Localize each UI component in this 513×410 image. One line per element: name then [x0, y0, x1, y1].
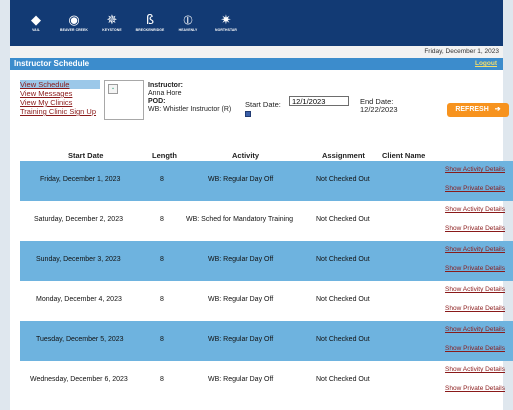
table-row: Saturday, December 2, 2023 8 WB: Sched f… [20, 201, 513, 241]
keystone-logo[interactable]: ✵ KEYSTONE [94, 5, 130, 41]
show-private-details-link[interactable]: Show Private Details [445, 185, 505, 192]
show-activity-details-link[interactable]: Show Activity Details [445, 246, 505, 253]
instructor-label: Instructor: [148, 82, 183, 89]
show-activity-details-link[interactable]: Show Activity Details [445, 326, 505, 333]
show-private-details-link[interactable]: Show Private Details [445, 305, 505, 312]
breckenridge-logo[interactable]: ß BRECKENRIDGE [132, 5, 168, 41]
row-assignment: Not Checked Out [316, 256, 370, 263]
brand-name: NORTHSTAR [215, 27, 237, 32]
row-assignment: Not Checked Out [316, 216, 370, 223]
table-row: Wednesday, December 6, 2023 8 WB: Regula… [20, 361, 513, 401]
brand-name: VAIL [32, 27, 40, 32]
start-date-group: Start Date: [245, 96, 349, 109]
table-row: Tuesday, December 5, 2023 8 WB: Regular … [20, 321, 513, 361]
show-activity-details-link[interactable]: Show Activity Details [445, 166, 505, 173]
row-activity: WB: Regular Day Off [208, 336, 274, 343]
row-date: Monday, December 4, 2023 [36, 296, 122, 303]
schedule-panel: View Schedule View Messages View My Clin… [10, 70, 513, 410]
page-frame: ◆ VAIL ◉ BEAVER CREEK ✵ KEYSTONE ß BRECK… [0, 0, 513, 410]
row-length: 8 [160, 296, 164, 303]
table-header: Start Date Length Activity Assignment Cl… [20, 150, 513, 161]
pod-value: WB: Whistler Instructor (R) [148, 106, 232, 113]
row-length: 8 [160, 256, 164, 263]
brand-name: HEAVENLY [178, 27, 198, 32]
beaver-creek-logo[interactable]: ◉ BEAVER CREEK [56, 5, 92, 41]
row-activity: WB: Regular Day Off [208, 176, 274, 183]
heavenly-logo-icon: ⦶ [183, 12, 193, 28]
page-title: Instructor Schedule [14, 59, 90, 68]
col-activity: Activity [232, 151, 260, 160]
col-length: Length [152, 151, 177, 160]
current-date: Friday, December 1, 2023 [424, 48, 499, 55]
col-assignment: Assignment [322, 151, 365, 160]
breckenridge-logo-icon: ß [145, 12, 155, 28]
show-activity-details-link[interactable]: Show Activity Details [445, 286, 505, 293]
calendar-icon[interactable] [245, 111, 251, 117]
show-private-details-link[interactable]: Show Private Details [445, 385, 505, 392]
table-row: Sunday, December 3, 2023 8 WB: Regular D… [20, 241, 513, 281]
row-length: 8 [160, 376, 164, 383]
northstar-logo[interactable]: ✷ NORTHSTAR [208, 5, 244, 41]
show-private-details-link[interactable]: Show Private Details [445, 345, 505, 352]
start-date-label: Start Date: [245, 100, 281, 109]
logout-link[interactable]: Logout [475, 60, 497, 67]
arrow-right-icon: ➔ [494, 106, 501, 113]
beaver-creek-logo-icon: ◉ [68, 12, 80, 28]
nav-training-clinic-sign-up[interactable]: Training Clinic Sign Up [20, 107, 100, 116]
instructor-name: Anna Hore [148, 90, 182, 97]
col-start-date: Start Date [68, 151, 104, 160]
row-activity: WB: Regular Day Off [208, 376, 274, 383]
row-assignment: Not Checked Out [316, 176, 370, 183]
pod-label: POD: [148, 98, 166, 105]
brand-name: BEAVER CREEK [60, 27, 88, 32]
northstar-logo-icon: ✷ [220, 12, 232, 28]
row-assignment: Not Checked Out [316, 376, 370, 383]
resort-header: ◆ VAIL ◉ BEAVER CREEK ✵ KEYSTONE ß BRECK… [10, 0, 503, 46]
row-length: 8 [160, 216, 164, 223]
row-activity: WB: Regular Day Off [208, 256, 274, 263]
instructor-photo: ▪ [104, 80, 144, 120]
row-length: 8 [160, 176, 164, 183]
keystone-logo-icon: ✵ [106, 12, 118, 28]
table-row: Friday, December 1, 2023 8 WB: Regular D… [20, 161, 513, 201]
row-date: Friday, December 1, 2023 [40, 176, 121, 183]
schedule-table: Friday, December 1, 2023 8 WB: Regular D… [20, 161, 513, 401]
refresh-label: REFRESH [455, 106, 489, 113]
table-row: Monday, December 4, 2023 8 WB: Regular D… [20, 281, 513, 321]
row-date: Tuesday, December 5, 2023 [36, 336, 124, 343]
page-title-bar: Instructor Schedule Logout [10, 58, 503, 70]
show-private-details-link[interactable]: Show Private Details [445, 265, 505, 272]
row-activity: WB: Sched for Mandatory Training [186, 216, 293, 223]
nav-view-my-clinics[interactable]: View My Clinics [20, 98, 100, 107]
brand-name: KEYSTONE [102, 27, 122, 32]
show-activity-details-link[interactable]: Show Activity Details [445, 206, 505, 213]
vail-logo-icon: ◆ [31, 12, 41, 28]
refresh-button[interactable]: REFRESH ➔ [447, 103, 509, 117]
broken-image-icon: ▪ [108, 84, 118, 94]
start-date-input[interactable] [289, 96, 349, 106]
col-client-name: Client Name [382, 151, 426, 160]
row-date: Saturday, December 2, 2023 [34, 216, 123, 223]
row-length: 8 [160, 336, 164, 343]
heavenly-logo[interactable]: ⦶ HEAVENLY [170, 5, 206, 41]
nav-view-schedule[interactable]: View Schedule [20, 80, 100, 89]
current-date-bar: Friday, December 1, 2023 [10, 46, 503, 58]
show-private-details-link[interactable]: Show Private Details [445, 225, 505, 232]
brand-name: BRECKENRIDGE [135, 27, 165, 32]
row-assignment: Not Checked Out [316, 296, 370, 303]
side-nav: View Schedule View Messages View My Clin… [20, 80, 100, 116]
show-activity-details-link[interactable]: Show Activity Details [445, 366, 505, 373]
row-activity: WB: Regular Day Off [208, 296, 274, 303]
row-assignment: Not Checked Out [316, 336, 370, 343]
row-date: Sunday, December 3, 2023 [36, 256, 121, 263]
end-date-group: End Date: 12/22/2023 [360, 98, 398, 114]
instructor-info: Instructor: Anna Hore POD: WB: Whistler … [148, 82, 240, 114]
nav-view-messages[interactable]: View Messages [20, 89, 100, 98]
vail-logo[interactable]: ◆ VAIL [18, 5, 54, 41]
row-date: Wednesday, December 6, 2023 [30, 376, 128, 383]
end-date-value: 12/22/2023 [360, 105, 398, 114]
